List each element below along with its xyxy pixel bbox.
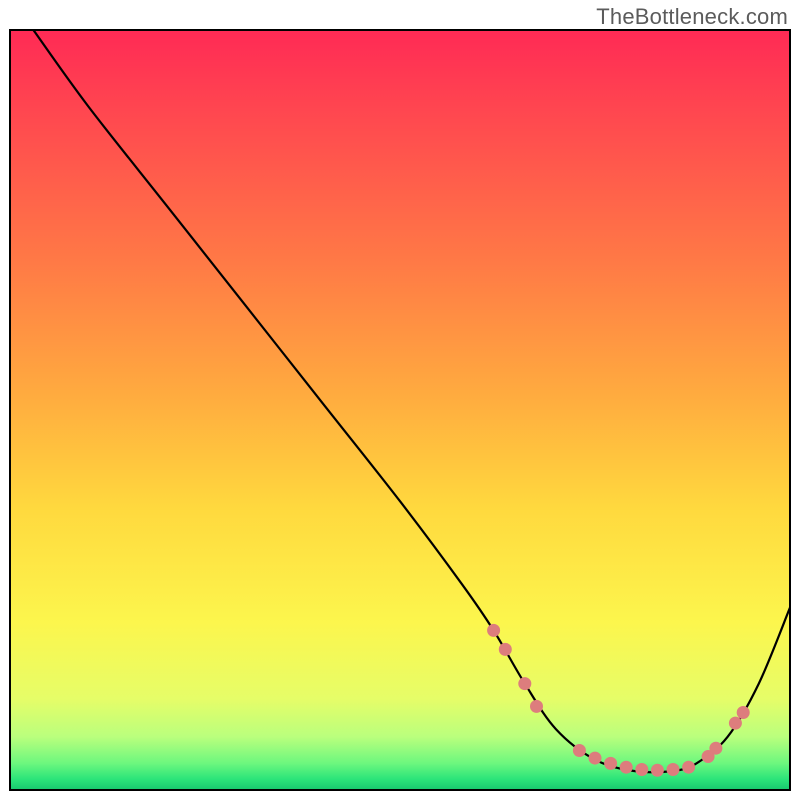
marker-dot xyxy=(729,717,742,730)
marker-dot xyxy=(709,742,722,755)
marker-dot xyxy=(737,706,750,719)
chart-root: TheBottleneck.com xyxy=(0,0,800,800)
marker-dot xyxy=(651,764,664,777)
marker-dot xyxy=(589,752,602,765)
marker-dot xyxy=(573,744,586,757)
marker-dot xyxy=(518,677,531,690)
marker-dot xyxy=(635,763,648,776)
marker-dot xyxy=(530,700,543,713)
marker-dot xyxy=(499,643,512,656)
marker-dot xyxy=(604,757,617,770)
marker-dot xyxy=(667,763,680,776)
marker-dot xyxy=(682,761,695,774)
watermark-label: TheBottleneck.com xyxy=(596,4,788,30)
marker-dot xyxy=(487,624,500,637)
chart-canvas xyxy=(0,0,800,800)
marker-dot xyxy=(620,761,633,774)
gradient-background xyxy=(10,30,790,790)
